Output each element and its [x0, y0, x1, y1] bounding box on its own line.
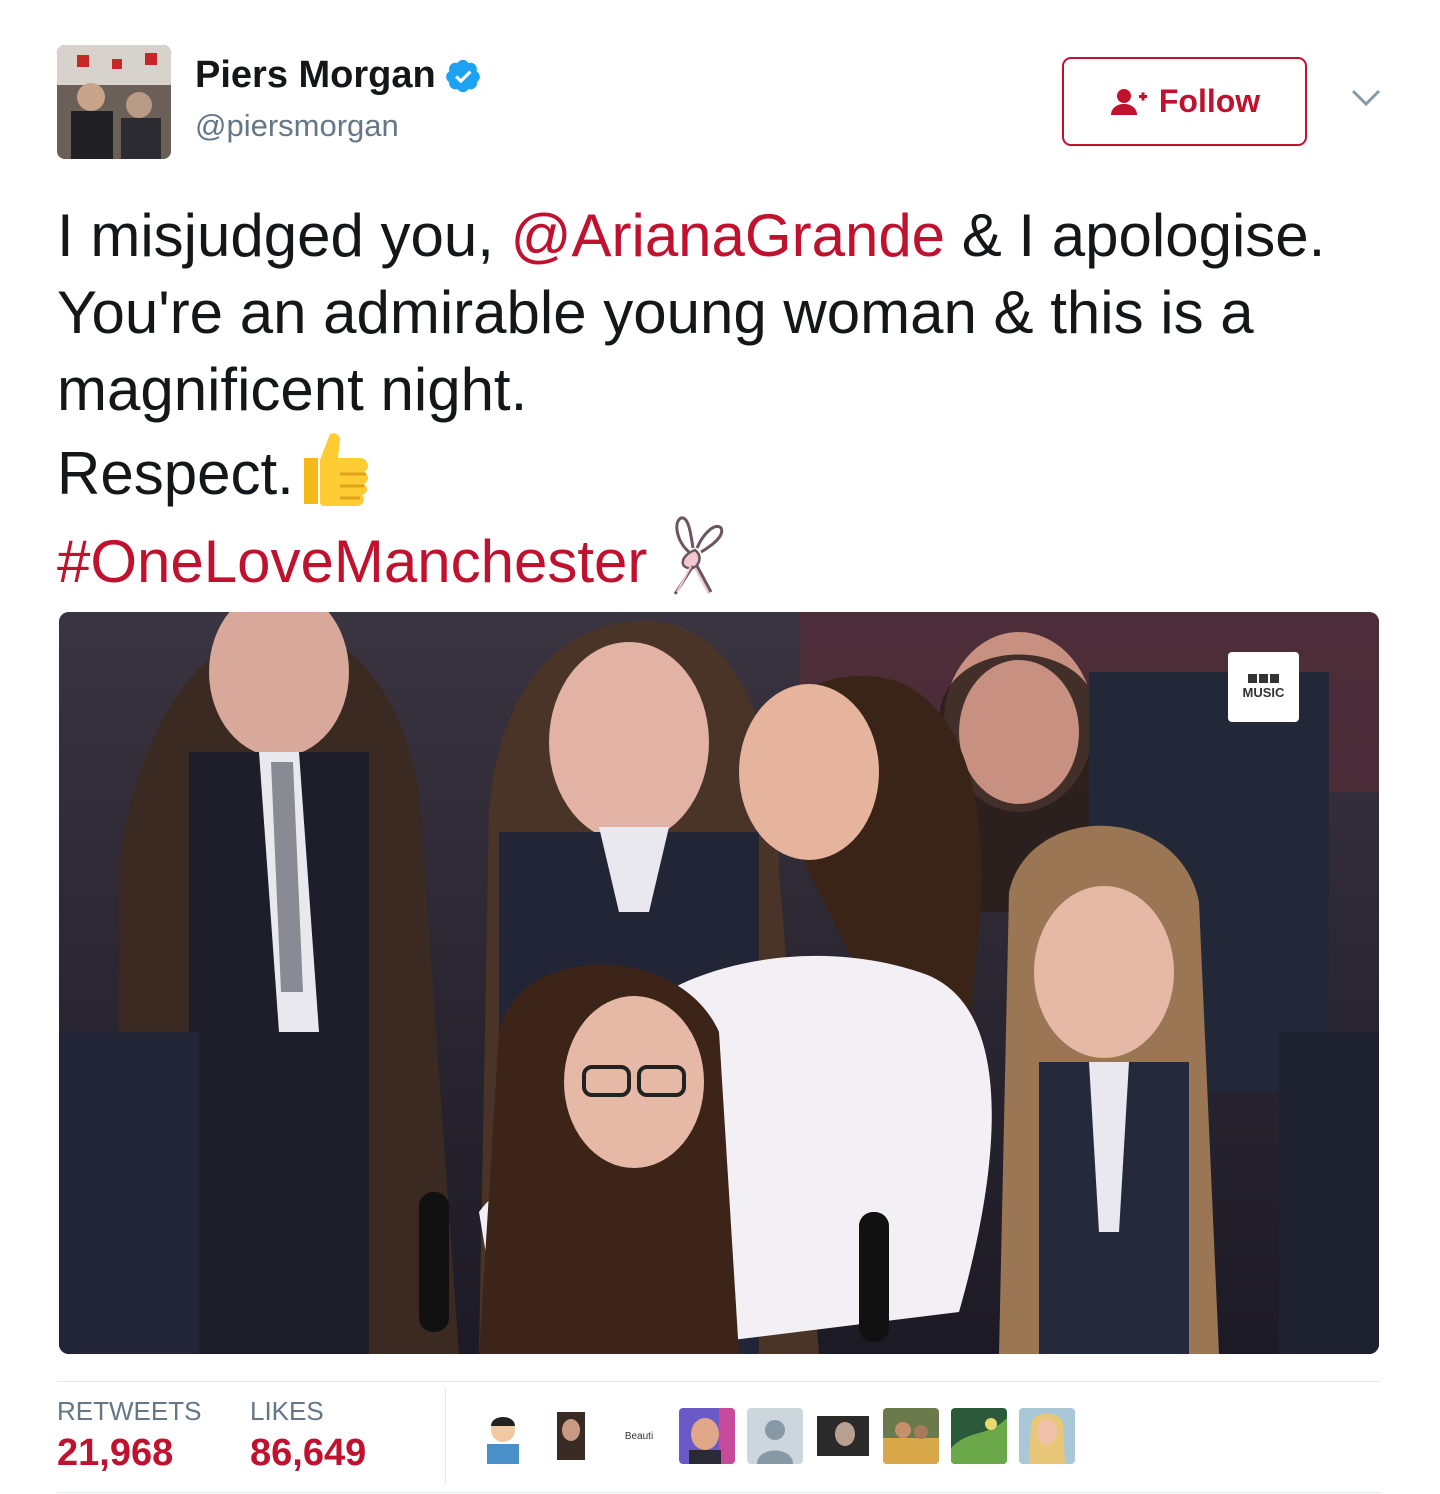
tweet-line-3: magnificent night.	[57, 356, 528, 423]
text-avatar-icon: Beauti	[624, 1430, 654, 1442]
tweet-text: I misjudged you, @ArianaGrande & I apolo…	[57, 197, 1397, 600]
ribbon-bunny-icon	[674, 516, 724, 595]
retweets-label[interactable]: RETWEETS	[57, 1396, 201, 1427]
liker-avatar[interactable]	[679, 1408, 735, 1464]
photo-avatar-icon	[543, 1408, 599, 1464]
verified-badge-icon	[445, 59, 480, 92]
tweet-text-segment: & I apologise.	[945, 202, 1326, 269]
photo-avatar-icon	[815, 1408, 871, 1464]
mention-link[interactable]: @ArianaGrande	[511, 202, 945, 269]
liker-avatar[interactable]	[475, 1408, 531, 1464]
tweet-photo[interactable]: MUSIC	[59, 612, 1379, 1354]
photo-avatar-icon	[883, 1408, 939, 1464]
cartoon-avatar-icon	[475, 1408, 531, 1464]
author-avatar[interactable]	[57, 45, 171, 159]
bbc-music-badge: MUSIC	[1228, 652, 1299, 722]
liker-avatar[interactable]	[951, 1408, 1007, 1464]
tweet-line-2: You're an admirable young woman & this i…	[57, 279, 1254, 346]
bbc-logo-icon	[1248, 674, 1279, 683]
liker-avatar[interactable]	[543, 1408, 599, 1464]
liker-avatar[interactable]: Beauti	[611, 1408, 667, 1464]
liker-avatar[interactable]	[747, 1408, 803, 1464]
tweet-text-segment: I misjudged you,	[57, 202, 511, 269]
concert-photo	[59, 612, 1379, 1354]
thumbs-up-icon	[303, 433, 368, 506]
author-handle[interactable]: @piersmorgan	[195, 108, 399, 144]
default-avatar-icon	[747, 1408, 803, 1464]
add-user-icon	[1110, 88, 1147, 115]
likes-label[interactable]: LIKES	[250, 1396, 324, 1427]
retweets-count[interactable]: 21,968	[57, 1432, 173, 1475]
hashtag-link[interactable]: #OneLoveManchester	[57, 528, 647, 595]
stats-divider-top	[57, 1381, 1380, 1382]
tweet-text-segment: Respect.	[57, 440, 294, 507]
liker-avatar[interactable]	[1019, 1408, 1075, 1464]
chevron-down-icon[interactable]	[1350, 86, 1382, 110]
likes-count[interactable]: 86,649	[250, 1432, 366, 1475]
stats-divider-bottom	[57, 1492, 1380, 1493]
liker-avatars: Beauti	[475, 1408, 1087, 1466]
stats-separator	[445, 1388, 446, 1484]
photo-avatar-icon	[1019, 1408, 1075, 1464]
photo-avatar-icon	[679, 1408, 735, 1464]
tweet-line-4: Respect.	[57, 428, 1397, 512]
tweet-line-1: I misjudged you, @ArianaGrande & I apolo…	[57, 197, 1397, 274]
liker-avatar[interactable]	[883, 1408, 939, 1464]
badge-text: MUSIC	[1242, 685, 1285, 700]
photo-avatar-icon	[951, 1408, 1007, 1464]
author-name-text: Piers Morgan	[195, 54, 436, 96]
author-name[interactable]: Piers Morgan	[195, 54, 482, 97]
follow-button-label: Follow	[1158, 83, 1261, 119]
liker-avatar[interactable]	[815, 1408, 871, 1464]
follow-button[interactable]: Follow	[1062, 57, 1307, 146]
tweet-line-5: #OneLoveManchester	[57, 512, 1397, 600]
avatar-photo	[57, 45, 171, 159]
